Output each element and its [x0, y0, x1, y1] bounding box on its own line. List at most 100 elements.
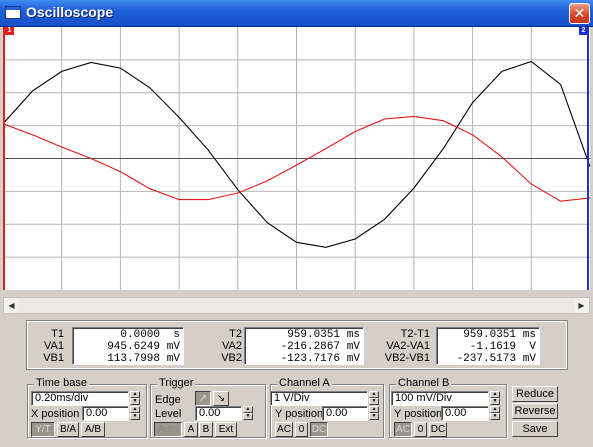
- spin-down-icon[interactable]: ▼: [490, 413, 500, 420]
- unit-vb2: mV: [346, 353, 360, 365]
- scroll-right-arrow[interactable]: ▶: [574, 298, 589, 313]
- channel-b-scale-spinner[interactable]: ▲ ▼: [490, 391, 500, 406]
- reverse-button[interactable]: Reverse: [512, 403, 558, 419]
- label-t2: T2: [229, 328, 242, 340]
- horizontal-scrollbar[interactable]: ◀ ▶: [3, 297, 590, 314]
- unit-va1: mV: [166, 341, 180, 353]
- unit-t2: ms: [346, 329, 360, 341]
- unit-t2-t1: ms: [522, 329, 536, 341]
- unit-va2-va1: V: [529, 341, 536, 353]
- label-va1: VA1: [44, 340, 64, 352]
- trigger-title: Trigger: [157, 377, 196, 389]
- window-icon: [5, 6, 21, 19]
- title-bar[interactable]: Oscilloscope ✕: [0, 0, 593, 27]
- channel-a-scale-field[interactable]: 1 V/Div: [270, 391, 368, 406]
- channel-b-ac-button[interactable]: AC: [394, 422, 412, 437]
- spin-up-icon[interactable]: ▲: [490, 406, 500, 413]
- spin-up-icon[interactable]: ▲: [130, 406, 140, 413]
- level-label: Level: [155, 408, 182, 420]
- spin-down-icon[interactable]: ▼: [130, 398, 140, 405]
- spin-down-icon[interactable]: ▼: [130, 413, 140, 420]
- channel-b-ypos-spinner[interactable]: ▲ ▼: [490, 406, 500, 421]
- level-field[interactable]: 0.00: [195, 406, 242, 421]
- scope-screen: 1 2: [3, 27, 590, 290]
- mode-ab-button[interactable]: A/B: [81, 422, 105, 437]
- channel-a-scale-spinner[interactable]: ▲ ▼: [369, 391, 379, 406]
- value-vb2: -123.7176: [280, 353, 340, 365]
- trigger-a-button[interactable]: A: [184, 422, 198, 437]
- value-va2: -216.2867: [280, 341, 340, 353]
- channel-b-zero-button[interactable]: 0: [414, 422, 427, 437]
- label-vb2-vb1: VB2-VB1: [384, 352, 430, 364]
- trigger-b-button[interactable]: B: [199, 422, 213, 437]
- channel-b-ypos-field[interactable]: 0.00: [441, 406, 489, 421]
- value-va2-va1: -1.1619: [469, 341, 516, 353]
- t1-values-box: 0.0000 s 945.6249 mV 113.7998 mV: [72, 327, 184, 365]
- trigger-auto-button[interactable]: Auto: [154, 422, 182, 437]
- spin-down-icon[interactable]: ▼: [243, 413, 253, 420]
- scope-plot: [3, 27, 590, 290]
- label-t2-t1: T2-T1: [400, 328, 430, 340]
- mode-yt-button[interactable]: Y/T: [31, 422, 55, 437]
- channel-a-dc-button[interactable]: DC: [310, 422, 328, 437]
- t1-labels: T1 VA1 VB1: [34, 328, 64, 364]
- edge-label: Edge: [155, 394, 181, 406]
- level-spinner[interactable]: ▲ ▼: [243, 406, 253, 421]
- scroll-left-arrow[interactable]: ◀: [4, 298, 19, 313]
- xpos-spinner[interactable]: ▲ ▼: [130, 406, 140, 421]
- label-va2-va1: VA2-VA1: [386, 340, 430, 352]
- spin-up-icon[interactable]: ▲: [490, 391, 500, 398]
- spin-up-icon[interactable]: ▲: [369, 391, 379, 398]
- measurement-panel: T1 VA1 VB1 0.0000 s 945.6249 mV 113.7998 mV…: [26, 320, 568, 370]
- cursor-t1-handle[interactable]: 1: [5, 27, 14, 35]
- value-t2-t1: 959.0351: [463, 329, 516, 341]
- value-vb1: 113.7998: [107, 353, 160, 365]
- reduce-button[interactable]: Reduce: [512, 386, 558, 402]
- spin-up-icon[interactable]: ▲: [130, 391, 140, 398]
- t2-labels: T2 VA2 VB2: [212, 328, 242, 364]
- label-vb2: VB2: [221, 352, 242, 364]
- label-va2: VA2: [222, 340, 242, 352]
- value-t2: 959.0351: [287, 329, 340, 341]
- channel-a-ypos-spinner[interactable]: ▲ ▼: [369, 406, 379, 421]
- delta-labels: T2-T1 VA2-VA1 VB2-VB1: [378, 328, 430, 364]
- channel-b-title: Channel B: [396, 377, 452, 389]
- mode-ba-button[interactable]: B/A: [57, 422, 79, 437]
- spin-up-icon[interactable]: ▲: [369, 406, 379, 413]
- channel-a-zero-button[interactable]: 0: [295, 422, 308, 437]
- spin-up-icon[interactable]: ▲: [243, 406, 253, 413]
- channel-a-ac-button[interactable]: AC: [275, 422, 293, 437]
- timebase-scale-field[interactable]: 0.20ms/div: [31, 391, 129, 406]
- close-button[interactable]: ✕: [569, 3, 590, 24]
- xpos-field[interactable]: 0.00: [82, 406, 129, 421]
- edge-rising-button[interactable]: ↗: [195, 391, 211, 406]
- timebase-scale-spinner[interactable]: ▲ ▼: [130, 391, 140, 406]
- unit-va2: mV: [346, 341, 360, 353]
- trigger-ext-button[interactable]: Ext: [215, 422, 237, 437]
- delta-values-box: 959.0351 ms -1.1619 V -237.5173 mV: [436, 327, 540, 365]
- save-button[interactable]: Save: [512, 421, 558, 437]
- spin-down-icon[interactable]: ▼: [369, 413, 379, 420]
- channel-b-ypos-label: Y position: [394, 408, 443, 420]
- window-title: Oscilloscope: [26, 4, 114, 20]
- value-vb2-vb1: -237.5173: [456, 353, 516, 365]
- value-va1: 945.6249: [107, 341, 160, 353]
- unit-t1: s: [173, 329, 180, 341]
- channel-b-scale-field[interactable]: 100 mV/Div: [391, 391, 489, 406]
- label-vb1: VB1: [43, 352, 64, 364]
- channel-a-title: Channel A: [277, 377, 332, 389]
- unit-vb2-vb1: mV: [522, 353, 536, 365]
- spin-down-icon[interactable]: ▼: [490, 398, 500, 405]
- cursor-t2-handle[interactable]: 2: [579, 27, 588, 35]
- t2-values-box: 959.0351 ms -216.2867 mV -123.7176 mV: [244, 327, 364, 365]
- channel-a-ypos-label: Y position: [275, 408, 324, 420]
- value-t1: 0.0000: [120, 329, 160, 341]
- channel-b-dc-button[interactable]: DC: [429, 422, 447, 437]
- unit-vb1: mV: [166, 353, 180, 365]
- channel-a-ypos-field[interactable]: 0.00: [322, 406, 368, 421]
- label-t1: T1: [51, 328, 64, 340]
- edge-falling-button[interactable]: ↘: [213, 391, 229, 406]
- spin-down-icon[interactable]: ▼: [369, 398, 379, 405]
- xpos-label: X position: [31, 408, 80, 420]
- timebase-title: Time base: [34, 377, 89, 389]
